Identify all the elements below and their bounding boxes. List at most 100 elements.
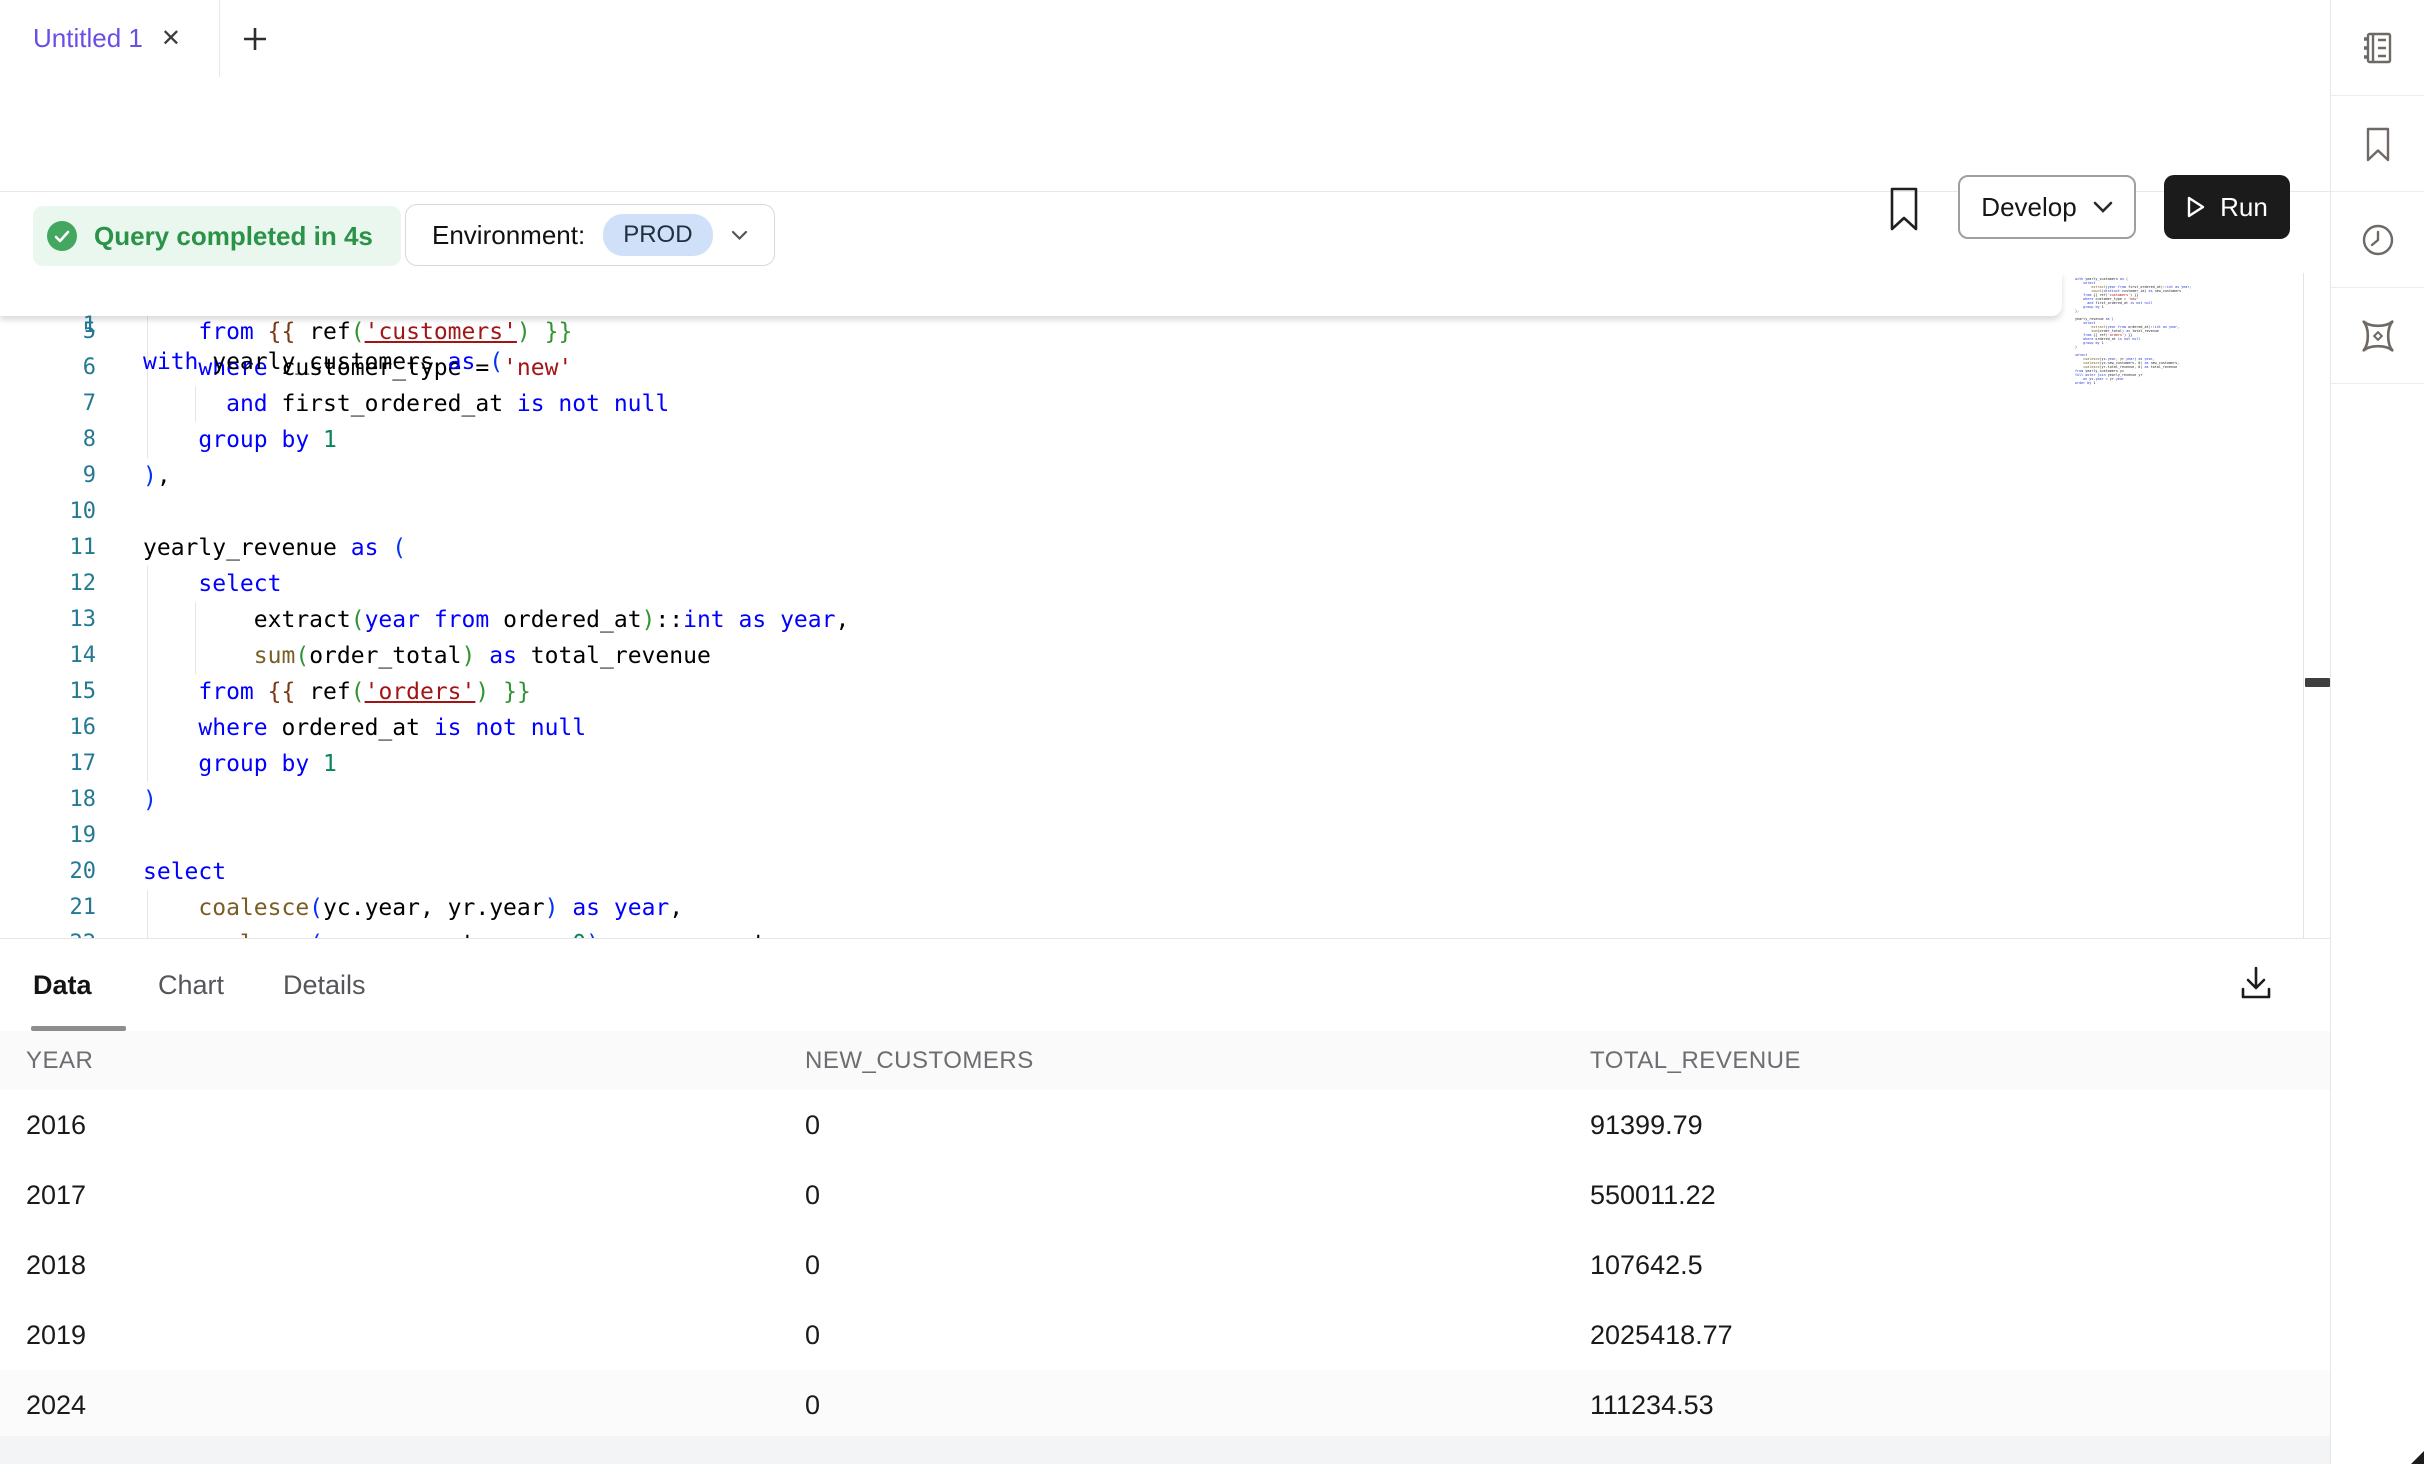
code-line[interactable]: 8 group by 1 xyxy=(0,422,2303,458)
code-line[interactable]: 19 xyxy=(0,818,2303,854)
develop-label: Develop xyxy=(1981,192,2076,223)
code-line[interactable]: 7 and first_ordered_at is not null xyxy=(0,386,2303,422)
bookmark-button[interactable] xyxy=(1884,185,1924,233)
query-status-text: Query completed in 4s xyxy=(94,221,373,252)
results-panel: DataChartDetails YEARNEW_CUSTOMERSTOTAL_… xyxy=(0,938,2330,1464)
download-icon xyxy=(2236,963,2276,1003)
scrollbar-handle[interactable] xyxy=(2305,678,2330,687)
table-cell: 0 xyxy=(805,1370,820,1440)
rail-item-notebook[interactable] xyxy=(2331,0,2424,96)
sql-editor[interactable]: 5 from {{ ref('customers') }}6 where cus… xyxy=(0,272,2303,938)
table-cell: 2018 xyxy=(26,1230,86,1300)
column-header: NEW_CUSTOMERS xyxy=(805,1031,1034,1090)
bookmark-icon xyxy=(1884,185,1924,233)
tab-untitled-1[interactable]: Untitled 1 ✕ xyxy=(0,0,220,77)
code-text: with yearly_customers as ( xyxy=(143,344,503,380)
bookmark-icon xyxy=(2357,123,2399,165)
run-button[interactable]: Run xyxy=(2164,175,2290,239)
results-tab-data[interactable]: Data xyxy=(33,939,92,1031)
table-cell: 107642.5 xyxy=(1590,1230,1703,1300)
code-line[interactable]: 17 group by 1 xyxy=(0,746,2303,782)
table-row[interactable]: 20240111234.53 xyxy=(0,1370,2330,1441)
code-text: ), xyxy=(143,458,171,494)
code-text: extract(year from ordered_at)::int as ye… xyxy=(143,602,849,638)
rail-item-history[interactable] xyxy=(2331,192,2424,288)
table-cell: 0 xyxy=(805,1300,820,1370)
table-header: YEARNEW_CUSTOMERSTOTAL_REVENUE xyxy=(0,1031,2330,1091)
minimap[interactable]: with yearly_customers as ( select extrac… xyxy=(2075,277,2207,389)
main-column: Untitled 1 ✕ Develop xyxy=(0,0,2330,1464)
chevron-down-icon xyxy=(2093,201,2113,214)
line-number: 18 xyxy=(0,782,96,818)
code-line[interactable]: 13 extract(year from ordered_at)::int as… xyxy=(0,602,2303,638)
code-text: select xyxy=(143,854,226,890)
close-icon[interactable]: ✕ xyxy=(161,27,181,51)
line-number: 20 xyxy=(0,854,96,890)
code-text: coalesce(yc.year, yr.year) as year, xyxy=(143,890,683,926)
editor-scrollbar-gutter xyxy=(2303,273,2330,938)
environment-value-chip: PROD xyxy=(603,214,712,256)
code-line[interactable]: 15 from {{ ref('orders') }} xyxy=(0,674,2303,710)
table-cell: 91399.79 xyxy=(1590,1090,1703,1160)
code-line[interactable]: 20 select xyxy=(0,854,2303,890)
environment-label: Environment: xyxy=(432,220,585,251)
line-number: 16 xyxy=(0,710,96,746)
table-row[interactable]: 2017 0 550011.22 xyxy=(0,1160,2330,1231)
results-tab-chart[interactable]: Chart xyxy=(158,939,224,1031)
sticky-line[interactable]: 1 with yearly_customers as ( xyxy=(0,272,2062,316)
code-text: sum(order_total) as total_revenue xyxy=(143,638,711,674)
ide-app: Untitled 1 ✕ Develop xyxy=(0,0,2424,1464)
code-line[interactable]: 21 coalesce(yc.year, yr.year) as year, xyxy=(0,890,2303,926)
line-number: 15 xyxy=(0,674,96,710)
chevron-down-icon xyxy=(731,230,748,241)
tab-bar: Untitled 1 ✕ xyxy=(0,0,2330,78)
column-header: YEAR xyxy=(26,1031,93,1090)
table-row[interactable]: 2019 0 2025418.77 xyxy=(0,1300,2330,1371)
line-number: 8 xyxy=(0,422,96,458)
code-text: ) xyxy=(143,782,157,818)
rail-item-copilot[interactable] xyxy=(2331,288,2424,384)
table-cell: 2024 xyxy=(26,1370,86,1440)
line-number: 11 xyxy=(0,530,96,566)
table-cell: 550011.22 xyxy=(1590,1160,1716,1230)
line-number: 19 xyxy=(0,818,96,854)
history-clock-icon xyxy=(2357,219,2399,261)
code-text: where ordered_at is not null xyxy=(143,710,586,746)
code-line[interactable]: 22 coalesce(yc.new_customers, 0) as new_… xyxy=(0,926,2303,938)
table-cell: 2017 xyxy=(26,1160,86,1230)
table-cell: 0 xyxy=(805,1160,820,1230)
line-number: 14 xyxy=(0,638,96,674)
code-line[interactable]: 10 xyxy=(0,494,2303,530)
code-line[interactable]: 16 where ordered_at is not null xyxy=(0,710,2303,746)
environment-select[interactable]: Environment: PROD xyxy=(405,204,775,266)
line-number: 21 xyxy=(0,890,96,926)
results-tab-details[interactable]: Details xyxy=(283,939,366,1031)
play-icon xyxy=(2186,195,2206,219)
table-row[interactable]: 20180107642.5 xyxy=(0,1230,2330,1301)
code-line[interactable]: 18) xyxy=(0,782,2303,818)
table-cell: 2025418.77 xyxy=(1590,1300,1733,1370)
table-scrollbar-track[interactable] xyxy=(0,1436,2330,1464)
table-row[interactable]: 2016091399.79 xyxy=(0,1090,2330,1161)
line-number: 10 xyxy=(0,494,96,530)
code-text: select xyxy=(143,566,281,602)
resize-grip[interactable] xyxy=(2411,1451,2424,1464)
notebook-icon xyxy=(2357,27,2399,69)
code-text: and first_ordered_at is not null xyxy=(143,386,669,422)
table-cell: 2019 xyxy=(26,1300,86,1370)
results-tabs: Data Chart Details xyxy=(0,939,2330,1031)
query-status-badge: Query completed in 4s xyxy=(33,206,401,266)
copilot-star-icon xyxy=(2356,314,2400,358)
run-label: Run xyxy=(2220,192,2268,223)
code-line[interactable]: 12 select xyxy=(0,566,2303,602)
code-line[interactable]: 11yearly_revenue as ( xyxy=(0,530,2303,566)
check-icon xyxy=(47,221,77,251)
code-line[interactable]: 14 sum(order_total) as total_revenue xyxy=(0,638,2303,674)
develop-dropdown[interactable]: Develop xyxy=(1958,175,2136,239)
download-button[interactable] xyxy=(2236,963,2280,1007)
rail-item-bookmarks[interactable] xyxy=(2331,96,2424,192)
new-tab-button[interactable] xyxy=(238,22,272,56)
table-cell: 0 xyxy=(805,1090,820,1160)
code-line[interactable]: 9), xyxy=(0,458,2303,494)
code-text: group by 1 xyxy=(143,422,337,458)
